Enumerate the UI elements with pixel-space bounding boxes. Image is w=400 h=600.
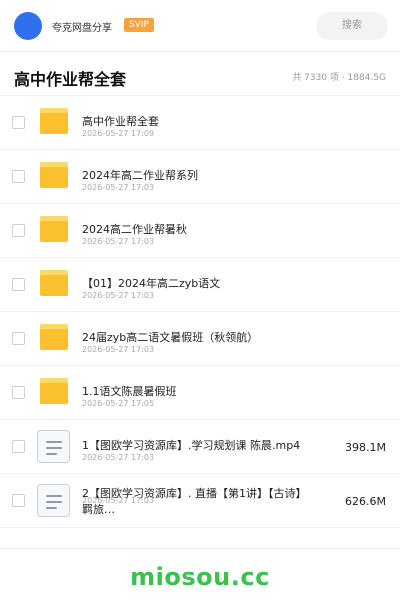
file-name: 高中作业帮全套 (82, 115, 159, 128)
file-date: 2026-05-27 17:05 (82, 399, 155, 408)
row-checkbox[interactable] (12, 386, 25, 399)
file-name: 1【图欧学习资源库】.学习规划课 陈晨.mp4 (82, 439, 301, 452)
avatar[interactable] (14, 12, 42, 40)
folder-icon (40, 324, 68, 350)
folder-header: 高中作业帮全套 共 7330 项 · 1884.5G (0, 52, 400, 96)
row-checkbox[interactable] (12, 278, 25, 291)
item-summary: 共 7330 项 · 1884.5G (292, 73, 386, 83)
folder-icon (40, 378, 68, 404)
file-date: 2026-05-27 17:03 (82, 496, 155, 505)
file-name: 2024年高二作业帮系列 (82, 169, 198, 182)
file-date: 2026-05-27 17:03 (82, 453, 155, 462)
folder-icon (40, 108, 68, 134)
file-row[interactable]: 【01】2024年高二zyb语文 2026-05-27 17:03 (0, 258, 400, 312)
app-name: 夸克网盘分享 (52, 23, 112, 34)
file-date: 2026-05-27 17:03 (82, 291, 155, 300)
file-date: 2026-05-27 17:03 (82, 183, 155, 192)
row-checkbox[interactable] (12, 116, 25, 129)
video-file-icon (37, 484, 70, 517)
file-row[interactable]: 2024高二作业帮暑秋 2026-05-27 17:03 (0, 204, 400, 258)
row-checkbox[interactable] (12, 332, 25, 345)
file-row[interactable]: 高中作业帮全套 2026-05-27 17:09 (0, 96, 400, 150)
video-file-icon (37, 430, 70, 463)
file-row[interactable]: 24届zyb高二语文暑假班（秋领航） 2026-05-27 17:03 (0, 312, 400, 366)
file-row[interactable]: 2【图欧学习资源库】. 直播【第1讲】【古诗】羁旅… 2026-05-27 17… (0, 474, 400, 528)
row-checkbox[interactable] (12, 170, 25, 183)
top-bar: 夸克网盘分享 SVIP 搜索 (0, 0, 400, 52)
row-checkbox[interactable] (12, 224, 25, 237)
file-name: 2024高二作业帮暑秋 (82, 223, 187, 236)
file-date: 2026-05-27 17:03 (82, 345, 155, 354)
file-name: 【01】2024年高二zyb语文 (82, 277, 221, 290)
file-name: 24届zyb高二语文暑假班（秋领航） (82, 331, 259, 344)
file-row[interactable]: 1【图欧学习资源库】.学习规划课 陈晨.mp4 2026-05-27 17:03… (0, 420, 400, 474)
folder-icon (40, 162, 68, 188)
file-list: 高中作业帮全套 2026-05-27 17:09 2024年高二作业帮系列 20… (0, 96, 400, 528)
file-row[interactable]: 1.1语文陈晨暑假班 2026-05-27 17:05 (0, 366, 400, 420)
file-name: 1.1语文陈晨暑假班 (82, 385, 177, 398)
folder-icon (40, 216, 68, 242)
watermark: miosou.cc (130, 563, 270, 591)
file-date: 2026-05-27 17:03 (82, 237, 155, 246)
page-title: 高中作业帮全套 (14, 70, 127, 89)
file-date: 2026-05-27 17:09 (82, 129, 155, 138)
row-checkbox[interactable] (12, 494, 25, 507)
search-button[interactable]: 搜索 (316, 12, 388, 40)
row-checkbox[interactable] (12, 440, 25, 453)
file-size: 626.6M (345, 495, 386, 508)
file-row[interactable]: 2024年高二作业帮系列 2026-05-27 17:03 (0, 150, 400, 204)
file-size: 398.1M (345, 441, 386, 454)
folder-icon (40, 270, 68, 296)
svip-badge: SVIP (124, 18, 154, 32)
